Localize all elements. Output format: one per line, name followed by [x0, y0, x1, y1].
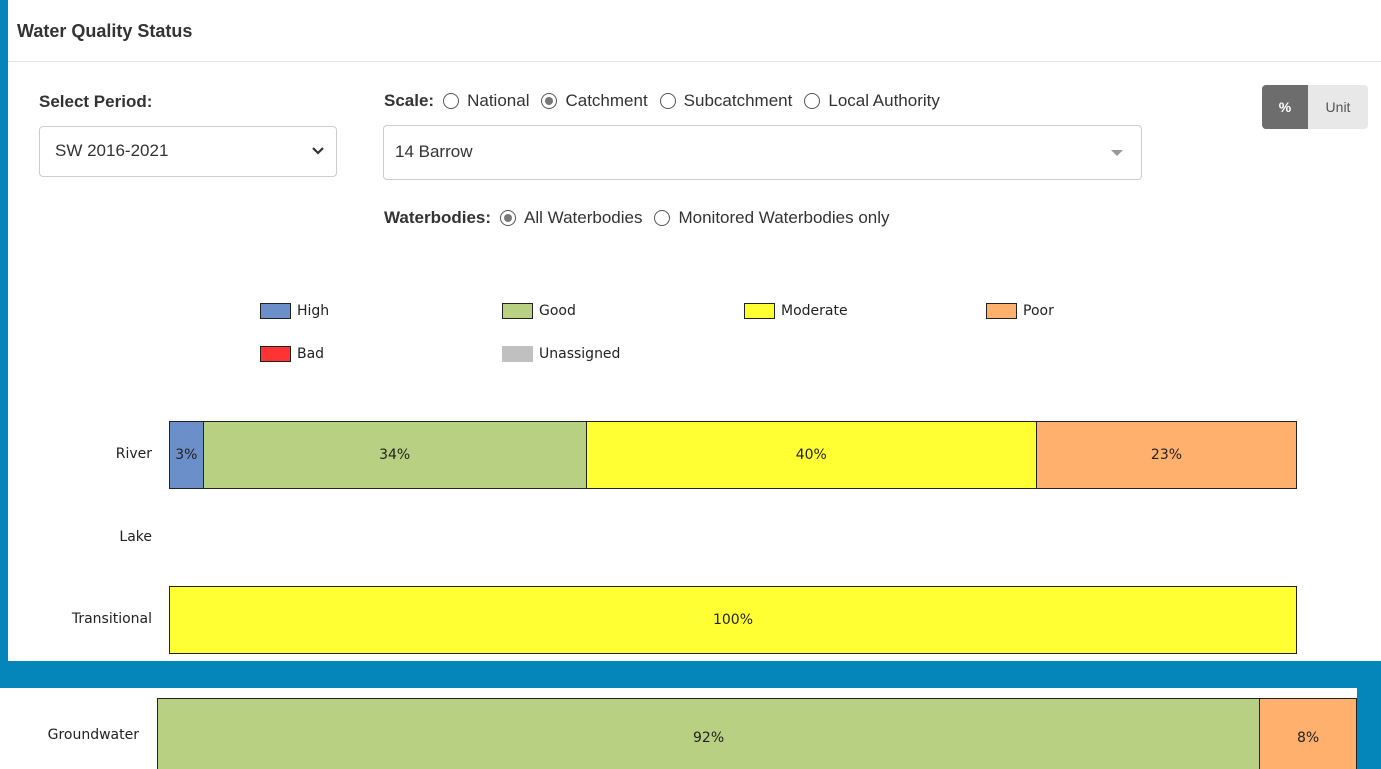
waterbodies-option-label: All Waterbodies	[524, 208, 643, 227]
bar-segment-label: 3%	[175, 447, 198, 463]
panel-title: Water Quality Status	[8, 0, 1381, 62]
bar-segment-label: 8%	[1296, 730, 1320, 746]
legend-label: Bad	[297, 346, 325, 362]
percent-toggle-button[interactable]: %	[1262, 85, 1308, 129]
radio-selected-icon[interactable]	[541, 93, 558, 109]
waterbodies-label: Waterbodies:	[384, 208, 492, 227]
legend-swatch	[986, 303, 1017, 319]
radio-selected-icon[interactable]	[500, 210, 517, 226]
legend-swatch	[744, 303, 775, 319]
legend-swatch	[502, 346, 533, 362]
scale-option-label: Catchment	[565, 91, 648, 110]
legend-item-bad[interactable]: Bad	[260, 346, 324, 362]
row-label-groundwater: Groundwater	[47, 727, 139, 743]
bar-transitional: 100%	[169, 586, 1297, 654]
row-label-river: River	[115, 446, 152, 462]
row-label-transitional: Transitional	[71, 611, 152, 627]
legend-item-unassigned[interactable]: Unassigned	[502, 346, 620, 362]
period-select[interactable]: SW 2016-2021	[39, 126, 337, 177]
unit-toggle-button[interactable]: Unit	[1308, 85, 1368, 129]
bar-river: 3% 34% 40% 23%	[169, 421, 1297, 489]
legend-item-poor[interactable]: Poor	[986, 303, 1054, 319]
bar-segment-label: 40%	[795, 447, 827, 463]
bar-segment-label: 34%	[379, 447, 411, 463]
caret-down-icon	[1111, 150, 1123, 156]
waterbodies-option-label: Monitored Waterbodies only	[678, 208, 890, 227]
bar-segment-label: 92%	[693, 730, 725, 746]
period-select-value: SW 2016-2021	[55, 141, 169, 160]
scale-option-national[interactable]: National	[443, 91, 529, 111]
bar-groundwater: 92% 8%	[157, 698, 1357, 769]
scale-option-label: Local Authority	[828, 91, 940, 110]
radio-icon[interactable]	[654, 210, 671, 226]
bar-segment-poor[interactable]: 8%	[1260, 699, 1356, 769]
bar-segment-label: 23%	[1150, 447, 1183, 463]
waterbodies-option-all[interactable]: All Waterbodies	[500, 208, 642, 228]
scale-option-label: National	[467, 91, 530, 110]
bar-segment-moderate[interactable]: 100%	[170, 587, 1296, 653]
scale-option-catchment[interactable]: Catchment	[541, 91, 648, 111]
bar-segment-high[interactable]: 3%	[170, 422, 204, 488]
waterbodies-option-monitored[interactable]: Monitored Waterbodies only	[654, 208, 890, 228]
percent-unit-toggle: % Unit	[1262, 85, 1368, 129]
legend-swatch	[502, 303, 533, 319]
scale-option-local-authority[interactable]: Local Authority	[804, 91, 940, 111]
radio-icon[interactable]	[443, 93, 460, 109]
bar-segment-good[interactable]: 34%	[203, 422, 587, 488]
legend-label: Good	[539, 303, 576, 319]
water-quality-panel: Water Quality Status Select Period: SW 2…	[8, 0, 1381, 661]
legend-item-moderate[interactable]: Moderate	[744, 303, 848, 319]
scale-radio-group: Scale: National Catchment Subcatchment L…	[384, 91, 952, 111]
period-label: Select Period:	[39, 92, 153, 111]
radio-icon[interactable]	[804, 93, 821, 109]
scale-option-subcatchment[interactable]: Subcatchment	[659, 91, 793, 111]
bar-segment-poor[interactable]: 23%	[1036, 422, 1296, 488]
chevron-down-icon	[312, 147, 324, 155]
legend-label: Poor	[1023, 303, 1054, 319]
scale-option-label: Subcatchment	[683, 91, 793, 110]
legend-label: Moderate	[781, 303, 848, 319]
catchment-select-value: 14 Barrow	[395, 142, 473, 161]
legend-item-high[interactable]: High	[260, 303, 329, 319]
scale-label: Scale:	[384, 91, 435, 110]
bar-segment-label: 100%	[712, 612, 754, 628]
legend-swatch	[260, 346, 291, 362]
legend-label: Unassigned	[539, 346, 621, 362]
radio-icon[interactable]	[659, 93, 676, 109]
waterbodies-radio-group: Waterbodies: All Waterbodies Monitored W…	[384, 208, 902, 228]
legend-item-good[interactable]: Good	[502, 303, 576, 319]
catchment-select[interactable]: 14 Barrow	[383, 125, 1142, 180]
row-label-lake: Lake	[119, 529, 152, 545]
bar-segment-good[interactable]: 92%	[158, 699, 1261, 769]
chart-panel-continued: Groundwater 92% 8%	[0, 688, 1357, 769]
legend-label: High	[297, 303, 330, 319]
bar-segment-moderate[interactable]: 40%	[586, 422, 1037, 488]
legend-swatch	[260, 303, 291, 319]
